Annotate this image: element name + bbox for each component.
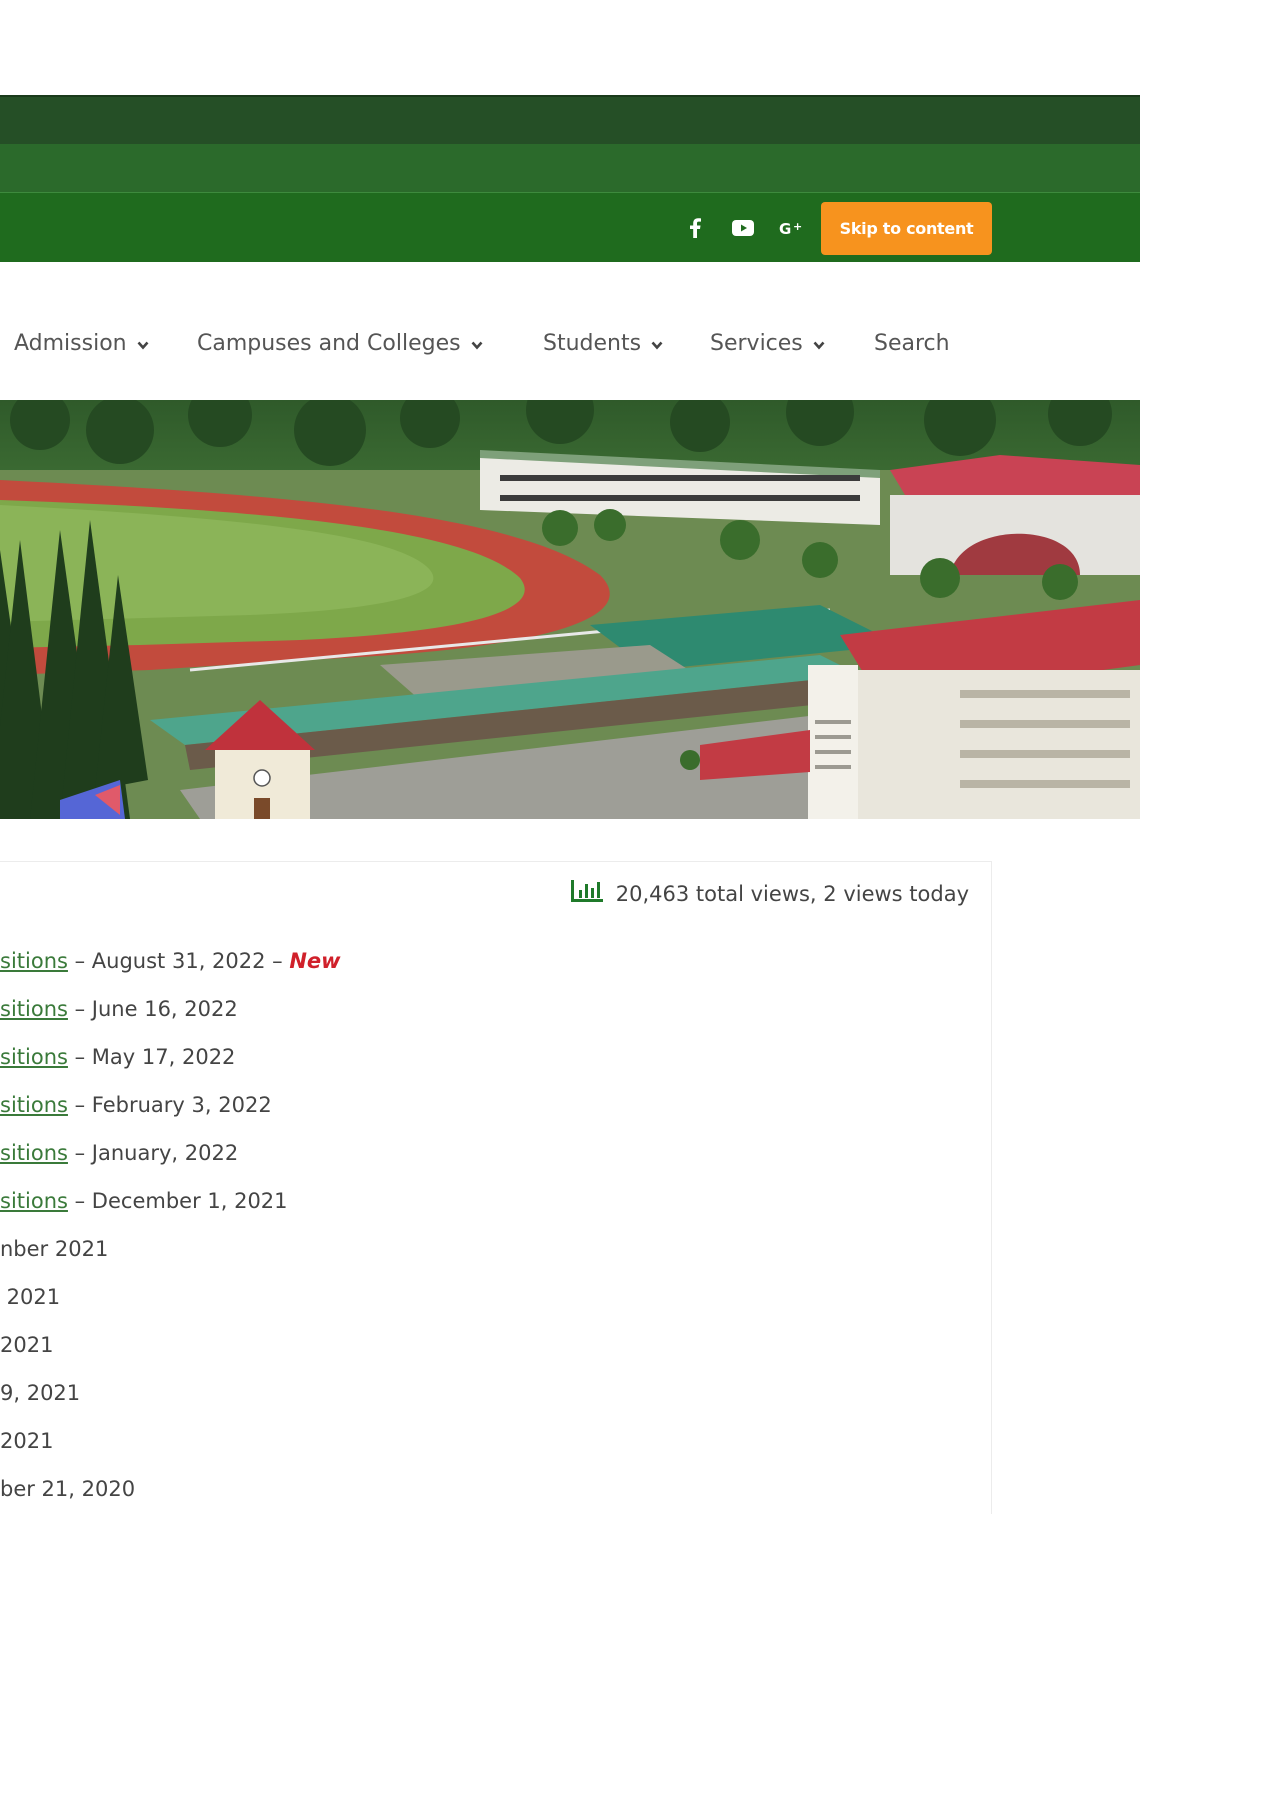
list-item-text: ber 21, 2020	[0, 1477, 136, 1501]
header-band-mid	[0, 144, 1140, 193]
svg-text:G: G	[779, 220, 791, 236]
list-item: nber 2021	[0, 1232, 108, 1266]
svg-text:+: +	[793, 220, 802, 233]
list-item-link[interactable]: sitions	[0, 997, 68, 1021]
nav-item-label: Services	[710, 330, 803, 356]
list-item-link[interactable]: sitions	[0, 1141, 68, 1165]
chevron-down-icon	[137, 331, 149, 356]
list-item-text: 2021	[0, 1333, 54, 1357]
list-item-date: – February 3, 2022	[67, 1093, 272, 1117]
view-stats-text: 20,463 total views, 2 views today	[615, 881, 969, 906]
hero-campus-image	[0, 400, 1140, 819]
list-item-date: – June 16, 2022	[67, 997, 238, 1021]
list-item-date: – May 17, 2022	[67, 1045, 236, 1069]
nav-item-services[interactable]: Services	[710, 318, 825, 368]
list-item-date: – December 1, 2021	[67, 1189, 288, 1213]
list-item: sitions – January, 2022	[0, 1136, 238, 1170]
new-badge: New	[289, 949, 341, 973]
header-band-dark	[0, 95, 1140, 144]
list-item: 2021	[0, 1328, 53, 1362]
list-item-text: 2021	[0, 1429, 54, 1453]
bar-chart-icon	[570, 878, 616, 909]
top-bar: G + Skip to content	[0, 193, 1140, 262]
list-item: 2021	[0, 1280, 60, 1314]
list-item: 2021	[0, 1424, 53, 1458]
list-item-link[interactable]: sitions	[0, 949, 68, 973]
nav-item-label: Campuses and Colleges	[197, 330, 461, 356]
list-item-date: – August 31, 2022 –	[67, 949, 290, 973]
nav-item-label: Students	[543, 330, 642, 356]
chevron-down-icon	[813, 331, 825, 356]
content-card: 20,463 total views, 2 views today sition…	[0, 861, 992, 1514]
list-item-date: – January, 2022	[67, 1141, 239, 1165]
youtube-icon[interactable]	[730, 193, 756, 262]
list-item: sitions – May 17, 2022	[0, 1040, 235, 1074]
list-item-text: 9, 2021	[0, 1381, 81, 1405]
list-item-text: 2021	[0, 1285, 61, 1309]
nav-item-label: Search	[874, 330, 950, 356]
list-item: ber 21, 2020	[0, 1472, 135, 1506]
nav-item-campuses[interactable]: Campuses and Colleges	[197, 318, 483, 368]
chevron-down-icon	[651, 331, 663, 356]
list-item: sitions – February 3, 2022	[0, 1088, 272, 1122]
list-item-text: nber 2021	[0, 1237, 109, 1261]
google-plus-icon[interactable]: G +	[778, 193, 806, 262]
list-item: sitions – December 1, 2021	[0, 1184, 288, 1218]
view-stats: 20,463 total views, 2 views today	[570, 878, 969, 909]
nav-item-admission[interactable]: Admission	[14, 318, 149, 368]
list-item-link[interactable]: sitions	[0, 1093, 68, 1117]
facebook-icon[interactable]	[683, 193, 707, 262]
nav-item-label: Admission	[14, 330, 127, 356]
list-item-link[interactable]: sitions	[0, 1189, 68, 1213]
list-item: 9, 2021	[0, 1376, 80, 1410]
list-item-link[interactable]: sitions	[0, 1045, 68, 1069]
list-item: sitions – June 16, 2022	[0, 992, 238, 1026]
nav-item-search[interactable]: Search	[874, 318, 950, 368]
chevron-down-icon	[471, 331, 483, 356]
nav-item-students[interactable]: Students	[543, 318, 663, 368]
main-nav: Admission Campuses and Colleges Students…	[0, 318, 1140, 368]
skip-to-content-button[interactable]: Skip to content	[821, 202, 992, 255]
list-item: sitions – August 31, 2022 – New	[0, 944, 341, 978]
